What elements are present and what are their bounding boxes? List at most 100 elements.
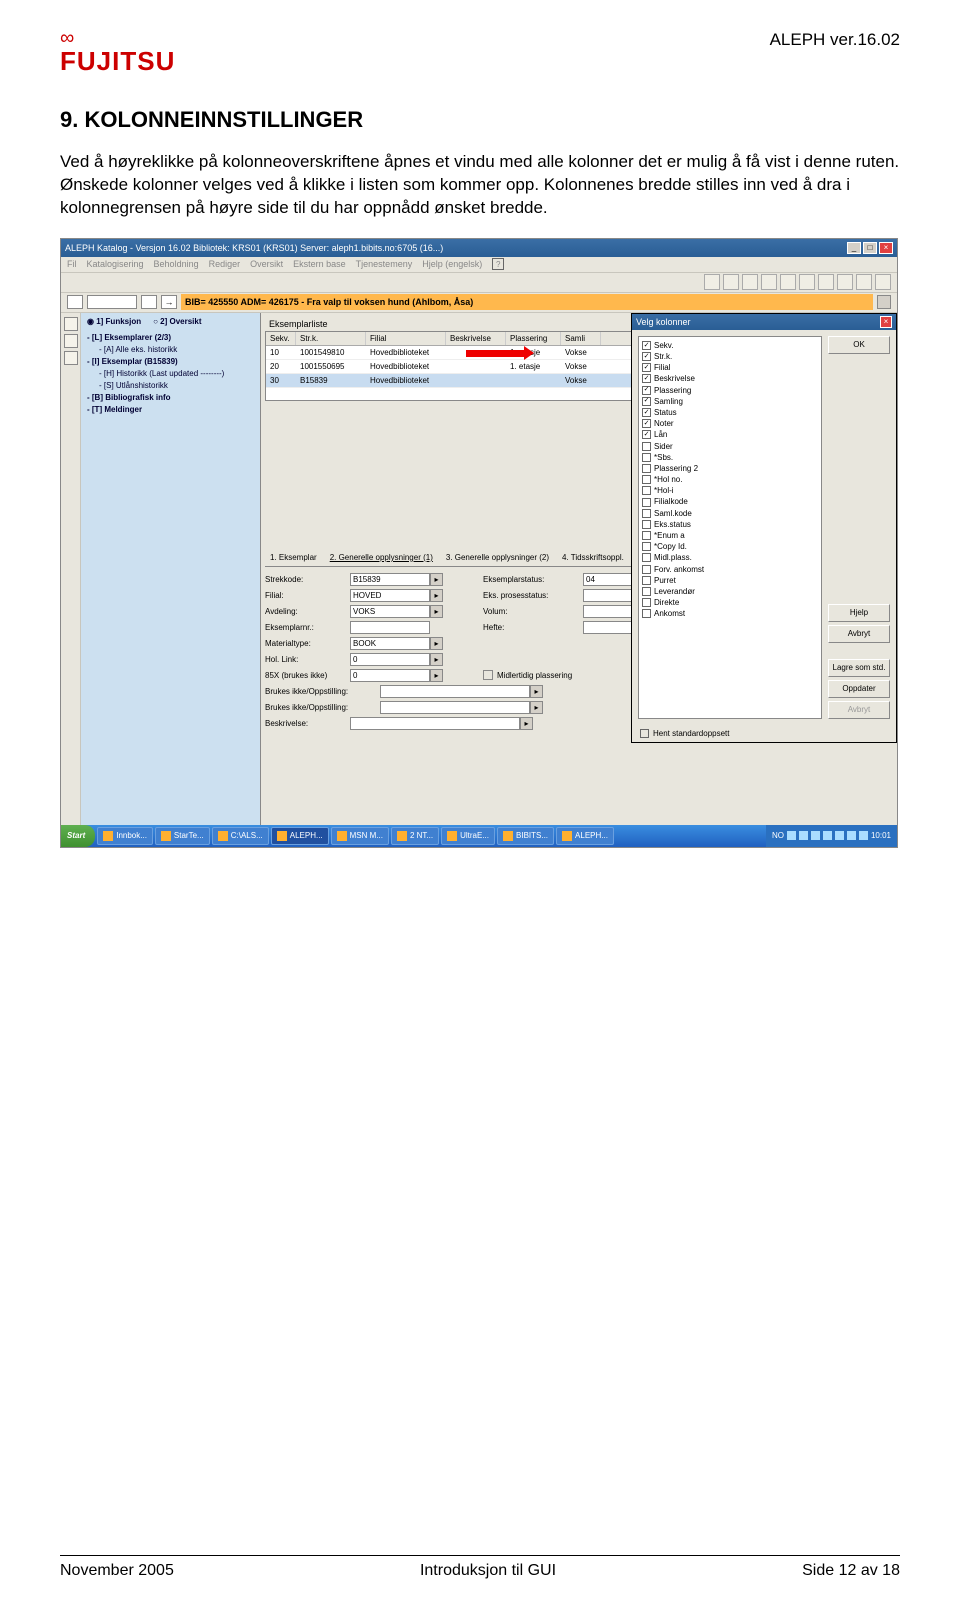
taskbar-item[interactable]: StarTe... (155, 827, 210, 845)
menu-rediger[interactable]: Rediger (209, 259, 241, 269)
tab-eksemplar[interactable]: 1. Eksemplar (265, 551, 322, 564)
checkbox-icon[interactable] (642, 609, 651, 618)
tree-item[interactable]: - [H] Historikk (Last updated --------) (87, 368, 254, 380)
menu-beholdning[interactable]: Beholdning (154, 259, 199, 269)
checkbox-icon[interactable] (642, 442, 651, 451)
lang-indicator[interactable]: NO (772, 831, 784, 840)
tray-icon[interactable] (823, 831, 832, 840)
tree-item[interactable]: - [S] Utlånshistorikk (87, 380, 254, 392)
help-icon[interactable]: ? (492, 258, 504, 270)
column-check-item[interactable]: ✓Beskrivelse (642, 373, 818, 384)
column-check-item[interactable]: Plassering 2 (642, 463, 818, 474)
column-check-item[interactable]: ✓Samling (642, 396, 818, 407)
dropdown-icon[interactable]: ▸ (430, 637, 443, 650)
column-check-item[interactable]: Midl.plass. (642, 552, 818, 563)
maximize-icon[interactable]: □ (863, 242, 877, 254)
checkbox-icon[interactable] (642, 553, 651, 562)
toolbar-icon[interactable] (856, 274, 872, 290)
column-check-item[interactable]: *Sbs. (642, 452, 818, 463)
form-input[interactable]: VOKS (350, 605, 430, 618)
bar-box-icon[interactable] (141, 295, 157, 309)
dropdown-icon[interactable]: ▸ (530, 685, 543, 698)
tray-icon[interactable] (787, 831, 796, 840)
column-check-item[interactable]: Purret (642, 575, 818, 586)
tree-item[interactable]: - [A] Alle eks. historikk (87, 344, 254, 356)
checkbox-icon[interactable]: ✓ (642, 386, 651, 395)
bar-arrow-icon[interactable]: → (161, 295, 177, 309)
column-check-item[interactable]: *Hol-i (642, 485, 818, 496)
toolbar-icon[interactable] (780, 274, 796, 290)
tray-icon[interactable] (835, 831, 844, 840)
checkbox-icon[interactable] (642, 464, 651, 473)
column-check-item[interactable]: Leverandør (642, 586, 818, 597)
tree-item[interactable]: - [B] Bibliografisk info (87, 392, 254, 404)
toolbar-icon[interactable] (723, 274, 739, 290)
col-header[interactable]: Beskrivelse (446, 332, 506, 345)
column-check-item[interactable]: Sider (642, 441, 818, 452)
avbryt-button-2[interactable]: Avbryt (828, 701, 890, 719)
checkbox-icon[interactable]: ✓ (642, 430, 651, 439)
tab-tidsskrift[interactable]: 4. Tidsskriftsoppl. (557, 551, 629, 564)
tree-item[interactable]: - [I] Eksemplar (B15839) (87, 356, 254, 368)
dropdown-icon[interactable]: ▸ (430, 653, 443, 666)
taskbar-item[interactable]: Innbok... (97, 827, 153, 845)
form-input[interactable] (380, 701, 530, 714)
menu-fil[interactable]: Fil (67, 259, 77, 269)
checkbox-icon[interactable]: ✓ (642, 419, 651, 428)
tree-item[interactable]: - [T] Meldinger (87, 404, 254, 416)
dropdown-icon[interactable]: ▸ (430, 589, 443, 602)
taskbar-item[interactable]: C:\ALS... (212, 827, 269, 845)
column-check-item[interactable]: ✓Str.k. (642, 351, 818, 362)
tab-generelle-2[interactable]: 3. Generelle opplysninger (2) (441, 551, 554, 564)
hjelp-button[interactable]: Hjelp (828, 604, 890, 622)
checkbox[interactable] (483, 670, 493, 680)
minimize-icon[interactable]: _ (847, 242, 861, 254)
checkbox-icon[interactable] (642, 498, 651, 507)
column-check-item[interactable]: ✓Plassering (642, 385, 818, 396)
dialog-close-icon[interactable]: × (880, 316, 892, 328)
record-close-icon[interactable] (877, 295, 891, 309)
col-header[interactable]: Samli (561, 332, 601, 345)
menu-katalogisering[interactable]: Katalogisering (87, 259, 144, 269)
menu-hjelp[interactable]: Hjelp (engelsk) (422, 259, 482, 269)
tray-icon[interactable] (811, 831, 820, 840)
oppdater-button[interactable]: Oppdater (828, 680, 890, 698)
checkbox-icon[interactable] (642, 531, 651, 540)
menu-ekstern[interactable]: Ekstern base (293, 259, 346, 269)
form-input[interactable] (380, 685, 530, 698)
checkbox-icon[interactable]: ✓ (642, 341, 651, 350)
side-icon[interactable] (64, 334, 78, 348)
form-input[interactable]: B15839 (350, 573, 430, 586)
checkbox-icon[interactable]: ✓ (642, 352, 651, 361)
column-check-item[interactable]: ✓Status (642, 407, 818, 418)
toolbar-icon[interactable] (875, 274, 891, 290)
checkbox-icon[interactable] (642, 565, 651, 574)
column-check-item[interactable]: ✓Filial (642, 362, 818, 373)
nav-tab-funksjon[interactable]: ◉ 1] Funksjon (87, 317, 141, 326)
tray-icon[interactable] (847, 831, 856, 840)
checkbox-icon[interactable] (642, 598, 651, 607)
form-input[interactable]: 0 (350, 669, 430, 682)
side-icon[interactable] (64, 351, 78, 365)
bar-box-icon[interactable] (67, 295, 83, 309)
taskbar-item[interactable]: BIBITS... (497, 827, 554, 845)
taskbar-item[interactable]: ALEPH... (556, 827, 614, 845)
column-check-item[interactable]: *Enum a (642, 530, 818, 541)
avbryt-button[interactable]: Avbryt (828, 625, 890, 643)
start-button[interactable]: Start (61, 825, 95, 847)
toolbar-icon[interactable] (799, 274, 815, 290)
col-header[interactable]: Str.k. (296, 332, 366, 345)
checkbox-icon[interactable] (642, 475, 651, 484)
nav-tab-oversikt[interactable]: ○ 2] Oversikt (153, 317, 201, 326)
form-input[interactable]: 0 (350, 653, 430, 666)
toolbar-icon[interactable] (742, 274, 758, 290)
taskbar-item[interactable]: UltraE... (441, 827, 495, 845)
dropdown-icon[interactable]: ▸ (530, 701, 543, 714)
col-header[interactable]: Filial (366, 332, 446, 345)
form-input[interactable] (350, 621, 430, 634)
dropdown-icon[interactable]: ▸ (430, 669, 443, 682)
checkbox-icon[interactable]: ✓ (642, 374, 651, 383)
column-check-item[interactable]: Direkte (642, 597, 818, 608)
menu-oversikt[interactable]: Oversikt (250, 259, 283, 269)
form-input[interactable] (350, 717, 520, 730)
